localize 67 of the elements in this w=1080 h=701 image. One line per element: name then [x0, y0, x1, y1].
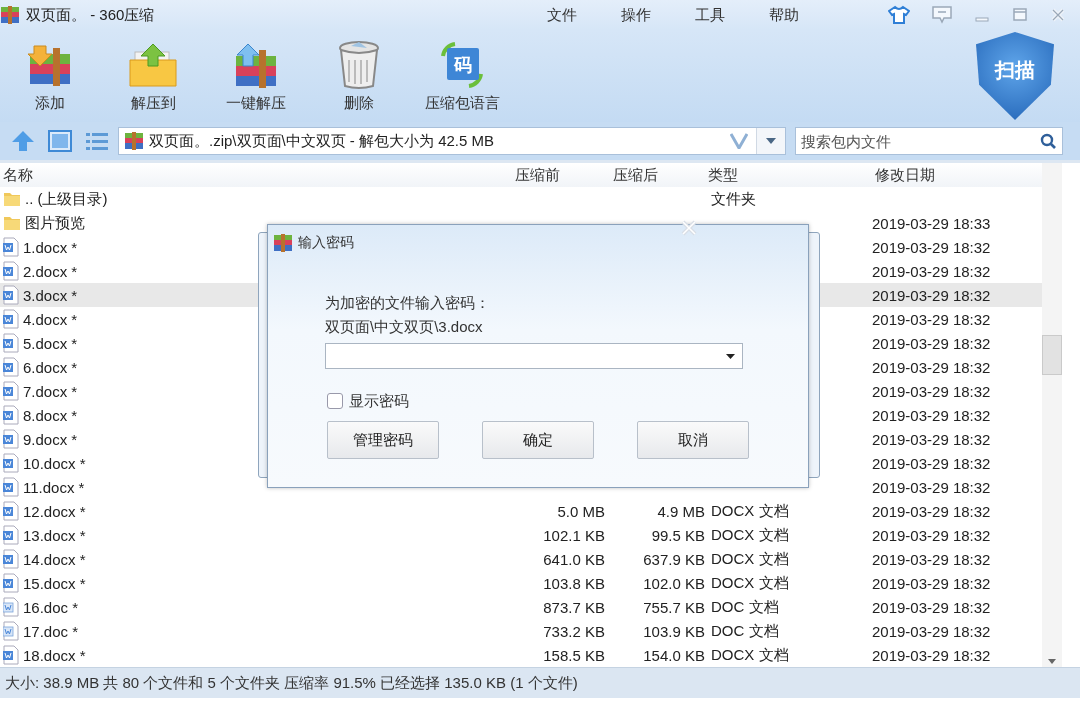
packed-size: 154.0 KB: [643, 646, 705, 664]
file-name: 18.docx *: [23, 646, 86, 664]
window-title: 双页面。 - 360压缩: [26, 5, 155, 25]
file-name: 9.docx *: [23, 430, 78, 448]
file-type: DOCX 文档: [711, 501, 789, 519]
dialog-title: 输入密码: [298, 234, 354, 252]
modified-date: 2019-03-29 18:32: [872, 502, 991, 520]
packed-size: 103.9 KB: [643, 622, 705, 640]
status-text: 大小: 38.9 MB 共 80 个文件和 5 个文件夹 压缩率 91.5% 已经选择 135.0 KB (1 个文件): [5, 673, 578, 693]
file-name: 5.docx *: [23, 334, 78, 352]
file-size: 5.0 MB: [557, 502, 605, 520]
file-size: 641.0 KB: [543, 550, 605, 568]
modified-date: 2019-03-29 18:32: [872, 430, 991, 448]
file-name: 13.docx *: [23, 526, 86, 544]
file-type: DOCX 文档: [711, 645, 789, 663]
file-name: 17.doc *: [23, 622, 79, 640]
modified-date: 2019-03-29 18:32: [872, 406, 991, 424]
file-name: 15.docx *: [23, 574, 86, 592]
file-type: DOCX 文档: [711, 573, 789, 591]
file-size: 158.5 KB: [543, 646, 605, 664]
file-name: 10.docx *: [23, 454, 86, 472]
file-type: 文件夹: [711, 189, 756, 207]
file-name: .. (上级目录): [25, 189, 108, 209]
modified-date: 2019-03-29 18:32: [872, 286, 991, 304]
file-type: DOCX 文档: [711, 549, 789, 567]
modified-date: 2019-03-29 18:32: [872, 238, 991, 256]
prompt-text: 为加密的文件输入密码：: [325, 293, 491, 313]
file-name: 4.docx *: [23, 310, 78, 328]
file-size: 103.8 KB: [543, 574, 605, 592]
file-type: DOC 文档: [711, 597, 779, 615]
file-name: 14.docx *: [23, 550, 86, 568]
modified-date: 2019-03-29 18:32: [872, 358, 991, 376]
modified-date: 2019-03-29 18:32: [872, 646, 991, 664]
file-name: 6.docx *: [23, 358, 78, 376]
modified-date: 2019-03-29 18:32: [872, 334, 991, 352]
modified-date: 2019-03-29 18:32: [872, 478, 991, 496]
packed-size: 755.7 KB: [643, 598, 705, 616]
file-name: 16.doc *: [23, 598, 79, 616]
modified-date: 2019-03-29 18:32: [872, 574, 991, 592]
file-size: 873.7 KB: [543, 598, 605, 616]
modified-date: 2019-03-29 18:32: [872, 550, 991, 568]
packed-size: 102.0 KB: [643, 574, 705, 592]
file-name: 1.docx *: [23, 238, 78, 256]
modified-date: 2019-03-29 18:33: [872, 214, 991, 232]
file-size: 102.1 KB: [543, 526, 605, 544]
modified-date: 2019-03-29 18:32: [872, 262, 991, 280]
file-name: 12.docx *: [23, 502, 86, 520]
packed-size: 99.5 KB: [651, 526, 705, 544]
file-size: 733.2 KB: [543, 622, 605, 640]
file-name: 2.docx *: [23, 262, 78, 280]
file-type: DOCX 文档: [711, 525, 789, 543]
file-name: 8.docx *: [23, 406, 78, 424]
modified-date: 2019-03-29 18:32: [872, 382, 991, 400]
file-path: 双页面\中文双页\3.docx: [325, 317, 484, 337]
file-name: 图片预览: [25, 213, 85, 233]
file-name: 3.docx *: [23, 286, 78, 304]
packed-size: 637.9 KB: [643, 550, 705, 568]
address-path: 双页面。.zip\双页面\中文双页 - 解包大小为 42.5 MB: [149, 131, 495, 151]
modified-date: 2019-03-29 18:32: [872, 454, 991, 472]
modified-date: 2019-03-29 18:32: [872, 622, 991, 640]
modified-date: 2019-03-29 18:32: [872, 526, 991, 544]
file-name: 11.docx *: [23, 478, 85, 496]
file-type: DOC 文档: [711, 621, 779, 639]
modified-date: 2019-03-29 18:32: [872, 310, 991, 328]
packed-size: 4.9 MB: [657, 502, 705, 520]
modified-date: 2019-03-29 18:32: [872, 598, 991, 616]
file-name: 7.docx *: [23, 382, 78, 400]
